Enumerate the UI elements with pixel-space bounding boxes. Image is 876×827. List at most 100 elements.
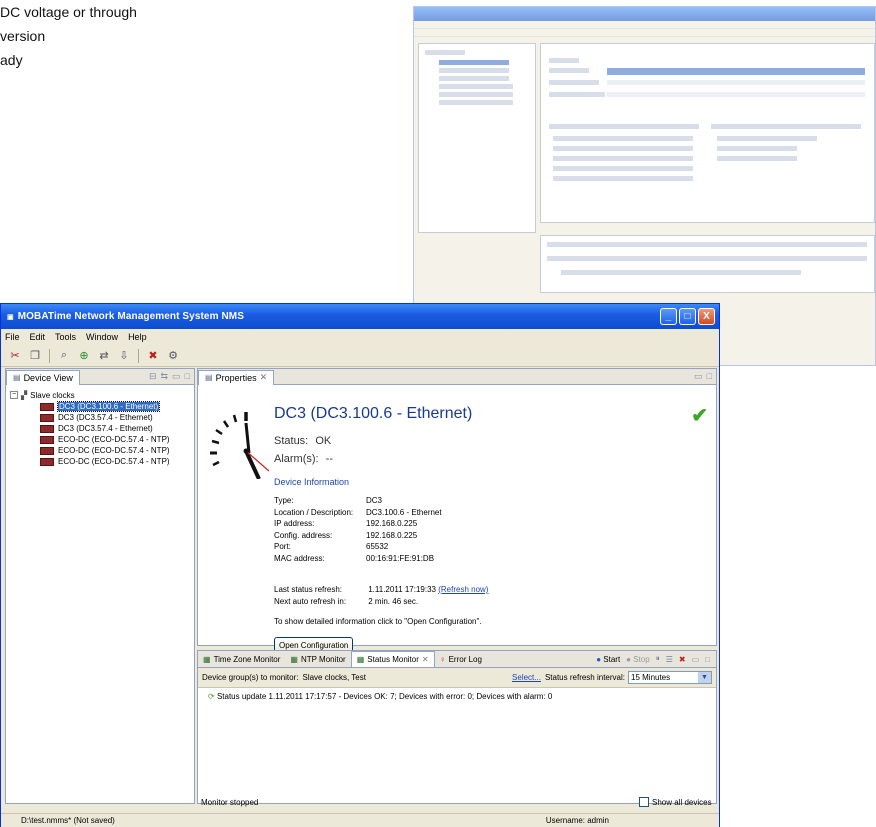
device-info-table: Type: DC3 Location / Description: DC3.100.… [274, 495, 442, 564]
window-title: MOBATime Network Management System NMS [17, 311, 244, 322]
close-tab-icon[interactable]: ✕ [422, 655, 429, 664]
monitor-view: ▦ Time Zone Monitor ▦ NTP Monitor ▦ Stat… [197, 650, 717, 804]
copy-icon[interactable]: ❐ [27, 348, 43, 364]
maximize-view-icon[interactable]: □ [705, 655, 710, 664]
minimize-view-icon[interactable]: ▭ [692, 655, 700, 664]
file-path: D:\test.nmms* (Not saved) [21, 816, 115, 825]
minimize-view-icon[interactable]: ▭ [694, 371, 703, 382]
properties-view: ▤ Properties ✕ ▭ □ DC3 (DC3.100.6 - Ethe… [197, 368, 717, 654]
tree-root-slave-clocks[interactable]: − ▞ Slave clocks [8, 389, 192, 401]
last-refresh-line: Last status refresh: 1.11.2011 17:19:33 … [274, 585, 488, 594]
menu-bar: File Edit Tools Window Help [1, 329, 719, 345]
settings-icon[interactable]: ⚙ [165, 348, 181, 364]
alarm-label: Alarm(s): [274, 453, 319, 465]
list-icon[interactable]: ☰ [666, 655, 673, 664]
device-title: DC3 (DC3.100.6 - Ethernet) [274, 405, 473, 422]
app-icon: ▣ [7, 313, 14, 321]
background-device-view [418, 43, 536, 233]
show-all-label: Show all devices [652, 797, 712, 807]
clock-device-icon [40, 446, 54, 455]
menu-tools[interactable]: Tools [55, 332, 76, 342]
status-update-icon: ⟳ [208, 692, 215, 701]
next-refresh-value: 2 min. 46 sec. [368, 597, 419, 606]
error-log-icon: ♀ [439, 654, 446, 664]
info-row: Type: DC3 [274, 496, 383, 506]
clock-device-icon [40, 424, 54, 433]
tree-item[interactable]: ECO-DC (ECO-DC.57.4 - NTP) [8, 434, 192, 445]
maximize-view-icon[interactable]: □ [707, 371, 712, 382]
search-icon[interactable]: ⌕ [56, 348, 72, 364]
network-icon[interactable]: ⇄ [96, 348, 112, 364]
device-view-icon: ▤ [13, 373, 21, 382]
menu-help[interactable]: Help [128, 332, 147, 342]
monitor-tabbar: ▦ Time Zone Monitor ▦ NTP Monitor ▦ Stat… [198, 651, 716, 668]
background-config-panel [540, 43, 875, 223]
main-window: ▣ MOBATime Network Management System NMS… [0, 303, 720, 827]
maximize-view-icon[interactable]: □ [185, 371, 190, 382]
start-icon: ● [596, 654, 602, 664]
interval-label: Status refresh interval: [544, 673, 625, 682]
tree-item[interactable]: DC3 (DC3.57.4 - Ethernet) [8, 423, 192, 434]
maximize-button[interactable]: □ [679, 308, 696, 325]
tree-item[interactable]: ECO-DC (ECO-DC.57.4 - NTP) [8, 445, 192, 456]
minimize-button[interactable]: _ [660, 308, 677, 325]
pause-icon[interactable]: ⏸ [656, 654, 660, 664]
select-groups-link[interactable]: Select... [512, 673, 541, 682]
title-bar[interactable]: ▣ MOBATime Network Management System NMS… [1, 304, 719, 329]
refresh-now-link[interactable]: (Refresh now) [438, 585, 488, 594]
properties-icon: ▤ [205, 373, 213, 382]
collapse-icon[interactable]: − [10, 391, 18, 399]
collapse-all-icon[interactable]: ⊟ [149, 371, 157, 382]
show-all-checkbox[interactable] [639, 797, 649, 807]
tab-time-zone-monitor[interactable]: ▦ Time Zone Monitor [198, 651, 285, 667]
status-log: ⟳ Status update 1.11.2011 17:17:57 - Dev… [198, 688, 716, 705]
close-button[interactable]: X [698, 308, 715, 325]
info-row: MAC address: 00:16:91:FE:91:DB [274, 553, 435, 563]
show-all-devices[interactable]: Show all devices [639, 797, 712, 807]
chevron-down-icon[interactable]: ▼ [698, 672, 711, 683]
status-value: OK [315, 435, 332, 447]
folder-icon: ▞ [21, 390, 28, 400]
tab-device-view[interactable]: ▤ Device View [6, 369, 80, 385]
device-tree: − ▞ Slave clocks DC3 (DC3.100.6 - Ethern… [6, 385, 194, 471]
username: Username: admin [545, 816, 609, 825]
menu-file[interactable]: File [5, 332, 20, 342]
tree-item[interactable]: DC3 (DC3.57.4 - Ethernet) [8, 412, 192, 423]
properties-tabbar: ▤ Properties ✕ ▭ □ [198, 369, 716, 385]
clear-icon[interactable]: ✖ [679, 655, 686, 664]
clock-device-icon [40, 457, 54, 466]
tab-ntp-monitor[interactable]: ▦ NTP Monitor [285, 651, 350, 667]
tab-error-log[interactable]: ♀ Error Log [435, 651, 487, 667]
minimize-view-icon[interactable]: ▭ [172, 371, 181, 382]
alarm-line: Alarm(s): -- [274, 453, 333, 465]
export-icon[interactable]: ⇩ [116, 348, 132, 364]
interval-select[interactable]: 15 Minutes ▼ [628, 671, 712, 684]
monitor-icon: ▦ [290, 654, 298, 664]
doc-line-1: DC voltage or through [0, 4, 137, 20]
link-icon[interactable]: ⇆ [161, 371, 169, 382]
last-refresh-label: Last status refresh: [274, 585, 343, 594]
menu-edit[interactable]: Edit [30, 332, 46, 342]
tree-item[interactable]: DC3 (DC3.100.6 - Ethernet) [8, 401, 192, 412]
info-row: Config. address: 192.168.0.225 [274, 530, 418, 540]
next-refresh-label: Next auto refresh in: [274, 597, 347, 606]
info-row: Port: 65532 [274, 542, 389, 552]
tree-item[interactable]: ECO-DC (ECO-DC.57.4 - NTP) [8, 456, 192, 467]
toolbar: ✂ ❐ ⌕ ⊕ ⇄ ⇩ ✖ ⚙ [1, 345, 719, 367]
background-monitor-panel [540, 235, 875, 293]
start-button[interactable]: ● Start [596, 655, 620, 664]
tab-status-monitor[interactable]: ▦ Status Monitor ✕ [350, 651, 435, 667]
delete-icon[interactable]: ✖ [145, 348, 161, 364]
menu-window[interactable]: Window [86, 332, 118, 342]
close-tab-icon[interactable]: ✕ [260, 372, 268, 383]
doc-line-3: ady [0, 52, 23, 68]
tree-root-label: Slave clocks [30, 390, 75, 400]
cut-icon[interactable]: ✂ [7, 348, 23, 364]
tab-properties[interactable]: ▤ Properties ✕ [198, 369, 275, 385]
status-bar: D:\test.nmms* (Not saved) Username: admi… [1, 813, 719, 827]
last-refresh-value: 1.11.2011 17:19:33 [368, 585, 436, 594]
stop-button[interactable]: ● Stop [626, 655, 650, 664]
add-device-icon[interactable]: ⊕ [76, 348, 92, 364]
alarm-value: -- [325, 453, 333, 465]
properties-tab-label: Properties [215, 372, 257, 383]
